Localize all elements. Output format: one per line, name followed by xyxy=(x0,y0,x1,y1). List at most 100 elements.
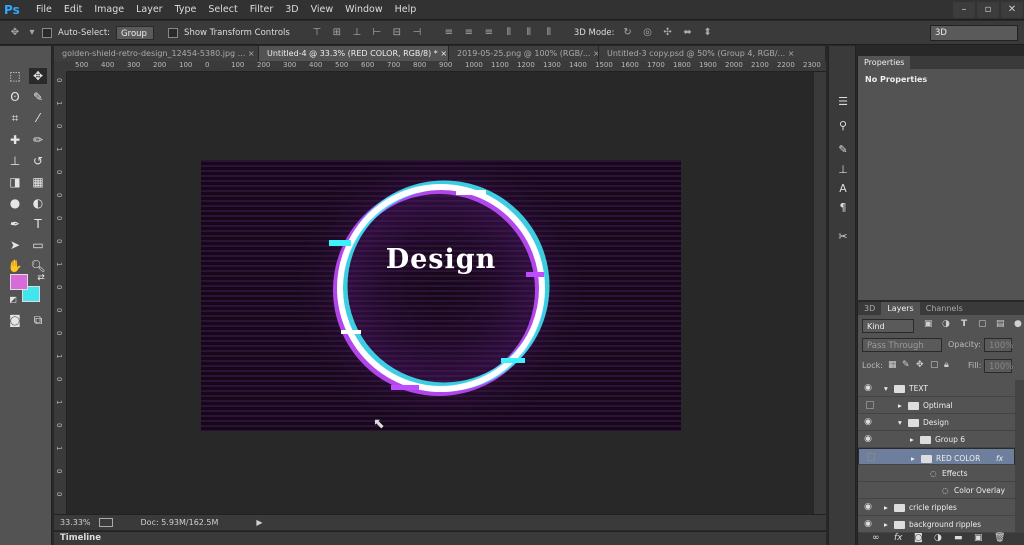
move-tool-icon[interactable]: ✥ xyxy=(8,26,22,40)
align-bottom-icon[interactable]: ⊥ xyxy=(350,26,364,40)
layer-row-red-color[interactable]: ▸ RED COLOR fx xyxy=(858,448,1015,465)
menu-view[interactable]: View xyxy=(305,4,340,15)
new-layer-icon[interactable]: ▣ xyxy=(974,533,983,543)
distribute-vcenter-icon[interactable]: ≡ xyxy=(462,26,476,40)
visibility-eye-icon[interactable]: ◉ xyxy=(862,434,874,445)
quick-mask-icon[interactable]: ◙ xyxy=(6,312,24,328)
lock-transparency-icon[interactable]: ▦ xyxy=(888,360,897,370)
default-colors-icon[interactable]: ◩ xyxy=(4,292,22,308)
expand-chevron-icon[interactable]: ▾ xyxy=(884,384,888,393)
zoom-level[interactable]: 33.33% xyxy=(60,518,91,527)
tab-properties[interactable]: Properties xyxy=(858,56,911,69)
restore-button[interactable]: ▫ xyxy=(977,2,999,18)
tab-close-icon[interactable]: × xyxy=(788,49,795,58)
tab-3d[interactable]: 3D xyxy=(858,302,881,315)
filter-type-icon[interactable]: T xyxy=(961,319,967,329)
lock-position-icon[interactable]: ✥ xyxy=(916,360,924,370)
status-icon[interactable] xyxy=(98,518,113,527)
orbit-3d-icon[interactable]: ↻ xyxy=(621,26,635,40)
show-transform-checkbox[interactable] xyxy=(168,27,179,38)
new-group-icon[interactable]: ▬ xyxy=(954,533,963,543)
visibility-off-icon[interactable] xyxy=(866,401,874,409)
align-right-icon[interactable]: ⊣ xyxy=(410,26,424,40)
tab-close-icon[interactable]: × xyxy=(440,49,447,58)
brush-tool-icon[interactable]: ✏ xyxy=(29,132,47,148)
distribute-right-icon[interactable]: ⦀ xyxy=(542,26,556,40)
distribute-top-icon[interactable]: ≡ xyxy=(442,26,456,40)
tool-presets-icon[interactable]: ✂ xyxy=(835,229,851,245)
filter-smart-icon[interactable]: ▤ xyxy=(996,319,1005,329)
tab-golden-shield[interactable]: golden-shield-retro-design_12454-5380.jp… xyxy=(54,46,259,61)
filter-pixel-icon[interactable]: ▣ xyxy=(924,319,933,329)
lock-artboard-icon[interactable]: ▢ xyxy=(930,360,939,370)
screen-mode-icon[interactable]: ⧉ xyxy=(29,312,47,328)
auto-select-checkbox[interactable] xyxy=(42,27,52,38)
effect-eye-icon[interactable]: ◌ xyxy=(942,486,949,495)
expand-chevron-icon[interactable]: ▸ xyxy=(898,401,902,410)
healing-brush-tool-icon[interactable]: ✚ xyxy=(6,132,24,148)
tab-channels[interactable]: Channels xyxy=(920,302,969,315)
close-button[interactable]: ✕ xyxy=(1001,2,1023,18)
blur-tool-icon[interactable]: ● xyxy=(6,195,24,211)
opacity-field[interactable]: 100% xyxy=(984,338,1013,352)
layer-row-text[interactable]: ◉ ▾ TEXT xyxy=(858,380,1015,397)
menu-layer[interactable]: Layer xyxy=(130,4,169,15)
adjustments-icon[interactable]: ⚲ xyxy=(835,118,851,134)
hand-tool-icon[interactable]: ✋ xyxy=(6,258,24,274)
expand-chevron-icon[interactable]: ▸ xyxy=(910,435,914,444)
align-vcenter-icon[interactable]: ⊞ xyxy=(330,26,344,40)
eyedropper-tool-icon[interactable]: ⁄ xyxy=(29,110,47,126)
path-select-tool-icon[interactable]: ➤ xyxy=(6,237,24,253)
visibility-eye-icon[interactable]: ◉ xyxy=(862,519,874,530)
brush-preset-icon[interactable]: ✎ xyxy=(835,142,851,158)
expand-chevron-icon[interactable]: ▸ xyxy=(884,520,888,529)
swap-colors-icon[interactable]: ⇄ xyxy=(32,270,50,286)
history-icon[interactable]: ☰ xyxy=(835,94,851,110)
expand-chevron-icon[interactable]: ▾ xyxy=(898,418,902,427)
lock-all-icon[interactable]: 🔒︎ xyxy=(944,360,949,370)
menu-type[interactable]: Type xyxy=(169,4,203,15)
distribute-bottom-icon[interactable]: ≡ xyxy=(482,26,496,40)
visibility-off-icon[interactable] xyxy=(867,453,875,461)
roll-3d-icon[interactable]: ◎ xyxy=(641,26,655,40)
align-hcenter-icon[interactable]: ⊟ xyxy=(390,26,404,40)
visibility-eye-icon[interactable]: ◉ xyxy=(862,383,874,394)
link-layers-icon[interactable]: ∞ xyxy=(872,533,880,543)
eraser-tool-icon[interactable]: ◨ xyxy=(6,174,24,190)
layer-row-optimal[interactable]: ▸ Optimal xyxy=(858,397,1015,414)
menu-select[interactable]: Select xyxy=(202,4,243,15)
workspace-dropdown[interactable]: 3D xyxy=(930,25,1018,41)
tab-layers[interactable]: Layers xyxy=(881,302,920,315)
filter-toggle-icon[interactable]: ● xyxy=(1014,319,1022,329)
status-menu-arrow-icon[interactable]: ▶ xyxy=(256,518,262,527)
layer-row-effects[interactable]: ◌ Effects xyxy=(858,465,1015,482)
lasso-tool-icon[interactable]: ʘ xyxy=(6,89,24,105)
rect-marquee-tool-icon[interactable]: ⬚ xyxy=(6,68,24,84)
layer-row-design[interactable]: ◉ ▾ Design xyxy=(858,414,1015,431)
filter-shape-icon[interactable]: ▢ xyxy=(978,319,987,329)
distribute-hcenter-icon[interactable]: ⦀ xyxy=(522,26,536,40)
scale-3d-icon[interactable]: ⬍ xyxy=(701,26,715,40)
vertical-scrollbar[interactable] xyxy=(814,72,826,514)
layer-row-group-6[interactable]: ◉ ▸ Group 6 xyxy=(858,431,1015,448)
character-icon[interactable]: A xyxy=(835,181,851,197)
menu-file[interactable]: File xyxy=(30,4,58,15)
delete-layer-icon[interactable]: 🗑︎ xyxy=(994,533,1005,543)
quick-select-tool-icon[interactable]: ✎ xyxy=(29,89,47,105)
foreground-color-swatch[interactable] xyxy=(10,274,28,290)
blend-mode-dropdown[interactable]: Pass Through xyxy=(862,338,942,352)
dodge-tool-icon[interactable]: ◐ xyxy=(29,195,47,211)
crop-tool-icon[interactable]: ⌗ xyxy=(6,110,24,126)
tool-preset-chevron-icon[interactable]: ▾ xyxy=(28,26,36,40)
move-tool-icon[interactable]: ✥ xyxy=(29,68,47,84)
lock-image-icon[interactable]: ✎ xyxy=(902,360,910,370)
menu-image[interactable]: Image xyxy=(88,4,130,15)
pen-tool-icon[interactable]: ✒ xyxy=(6,216,24,232)
slide-3d-icon[interactable]: ⬌ xyxy=(681,26,695,40)
layer-row-cricle-ripples[interactable]: ◉ ▸ cricle ripples xyxy=(858,499,1015,516)
document-artboard[interactable]: Design xyxy=(201,160,681,431)
filter-adjust-icon[interactable]: ◑ xyxy=(942,319,950,329)
clone-stamp-tool-icon[interactable]: ⊥ xyxy=(6,153,24,169)
distribute-left-icon[interactable]: ⦀ xyxy=(502,26,516,40)
fx-badge[interactable]: fx xyxy=(996,453,1003,465)
